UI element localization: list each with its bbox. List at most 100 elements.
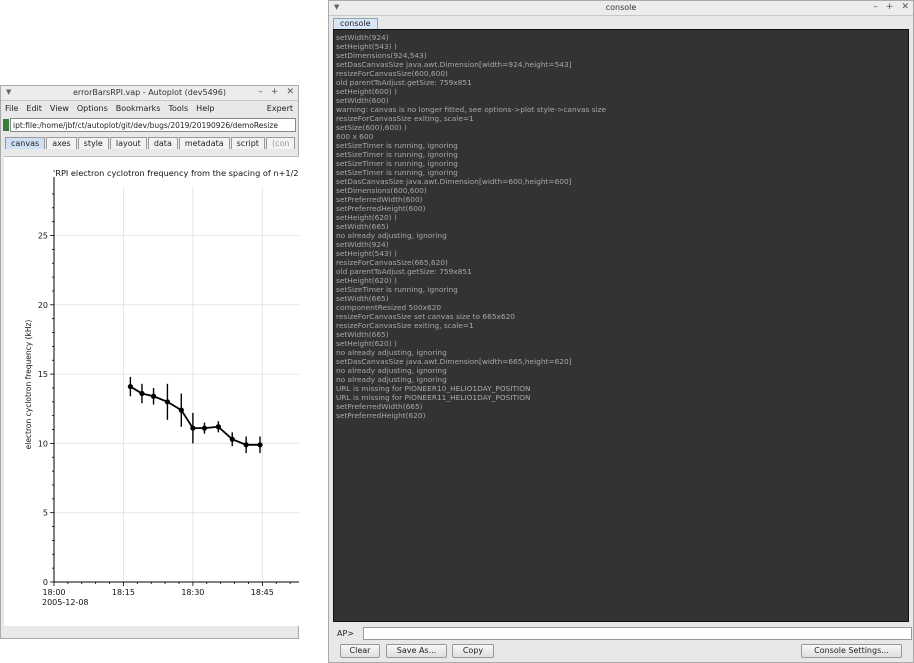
console-line: setWidth(665) (336, 222, 389, 231)
data-point (190, 425, 196, 431)
x-tick-label: 18:00 (42, 588, 65, 597)
console-line: setWidth(924) (336, 240, 389, 249)
console-titlebar[interactable]: ▼ console – + ✕ (329, 1, 913, 16)
maximize-icon[interactable]: + (886, 2, 894, 12)
console-line: setHeight(543) ) (336, 249, 397, 258)
data-point (257, 442, 263, 448)
plot-canvas[interactable]: 'RPI electron cyclotron frequency from t… (4, 156, 299, 626)
console-line: componentResized 500x620 (336, 303, 442, 312)
data-point (229, 436, 235, 442)
console-line: resizeForCanvasSize(600,600) (336, 69, 448, 78)
tab-data[interactable]: data (147, 137, 178, 149)
status-bar (1, 626, 298, 638)
console-line: setSizeTimer is running, ignoring (336, 285, 458, 294)
x-tick-label: 18:45 (251, 588, 274, 597)
data-point (201, 425, 208, 431)
console-output[interactable]: setWidth(924) setHeight(543) ) setDimensio… (333, 29, 909, 622)
console-line: URL is missing for PIONEER10_HELIO1DAY_P… (336, 384, 531, 393)
console-line: setDimensions(924,543) (336, 51, 427, 60)
console-line: setWidth(924) (336, 33, 389, 42)
console-line: 600 x 600 (336, 132, 374, 141)
tab-strip: canvas axes style layout data metadata s… (1, 137, 298, 149)
menu-bookmarks[interactable]: Bookmarks (116, 104, 161, 113)
tab-console[interactable]: (con (265, 137, 296, 149)
console-line: setDasCanvasSize java.awt.Dimension[widt… (336, 357, 572, 366)
tab-layout[interactable]: layout (109, 137, 147, 149)
data-point (164, 399, 171, 405)
minimize-icon[interactable]: – (258, 87, 263, 97)
tab-canvas[interactable]: canvas (5, 137, 46, 149)
maximize-icon[interactable]: + (271, 87, 279, 97)
tab-console-main[interactable]: console (333, 18, 378, 29)
y-tick-label: 5 (43, 509, 48, 518)
menu-tools[interactable]: Tools (168, 104, 188, 113)
console-line: no already adjusting, ignoring (336, 348, 447, 357)
console-line: setSize(600),600) ) (336, 123, 407, 132)
prompt-row: AP> (337, 626, 912, 641)
data-point (150, 393, 157, 399)
y-tick-label: 15 (38, 370, 48, 379)
data-point (139, 390, 145, 397)
menu-options[interactable]: Options (77, 104, 108, 113)
menu-edit[interactable]: Edit (26, 104, 42, 113)
console-line: setPreferredHeight(620) (336, 411, 426, 420)
copy-button[interactable]: Copy (452, 644, 494, 658)
plot-svg: 'RPI electron cyclotron frequency from t… (24, 168, 299, 607)
data-point (178, 407, 184, 413)
console-line: setWidth(665) (336, 294, 389, 303)
plot-data (127, 376, 263, 454)
console-line: resizeForCanvasSize set canvas size to 6… (336, 312, 516, 321)
menu-file[interactable]: File (5, 104, 18, 113)
minimize-icon[interactable]: – (873, 2, 878, 12)
console-line: resizeForCanvasSize exiting, scale=1 (336, 321, 474, 330)
clear-button[interactable]: Clear (340, 644, 380, 658)
tab-style[interactable]: style (77, 137, 109, 149)
console-line: setDimensions(600,600) (336, 186, 427, 195)
autoplot-titlebar[interactable]: ▼ errorBarsRPI.vap - Autoplot (dev5496) … (1, 86, 298, 101)
plot-axes: 0 5 10 15 20 25 18:00 18:15 18:30 18:45 (38, 177, 299, 597)
command-input[interactable] (363, 627, 912, 640)
y-tick-label: 25 (38, 232, 48, 241)
x-date-label: 2005-12-08 (42, 598, 89, 607)
console-line: no already adjusting, ignoring (336, 366, 447, 375)
y-tick-label: 10 (38, 439, 48, 448)
data-point (127, 383, 133, 390)
uri-input[interactable]: ipt:file:/home/jbf/ct/autoplot/git/dev/b… (10, 118, 296, 132)
console-line: setSizeTimer is running, ignoring (336, 141, 458, 150)
console-line: setWidth(600) (336, 96, 389, 105)
console-line: URL is missing for PIONEER11_HELIO1DAY_P… (336, 393, 531, 402)
tab-script[interactable]: script (230, 137, 265, 149)
menu-bar: File Edit View Options Bookmarks Tools H… (1, 101, 298, 115)
menu-expert[interactable]: Expert (267, 104, 293, 113)
y-tick-label: 20 (38, 301, 48, 310)
console-line: setSizeTimer is running, ignoring (336, 150, 458, 159)
console-line: old parentToAdjust.getSize: 759x851 (336, 267, 472, 276)
console-line: setHeight(620) ) (336, 213, 397, 222)
close-icon[interactable]: ✕ (286, 87, 294, 97)
console-window: ▼ console – + ✕ console setWidth(924) set… (328, 0, 914, 663)
chart-title: 'RPI electron cyclotron frequency from t… (53, 168, 299, 178)
x-tick-label: 18:30 (181, 588, 204, 597)
window-title: errorBarsRPI.vap - Autoplot (dev5496) (73, 88, 226, 97)
close-icon[interactable]: ✕ (901, 2, 909, 12)
console-line: setWidth(665) (336, 330, 389, 339)
uri-bar: ipt:file:/home/jbf/ct/autoplot/git/dev/b… (1, 115, 298, 135)
console-line: setDasCanvasSize java.awt.Dimension[widt… (336, 177, 572, 186)
console-line: setHeight(543) ) (336, 42, 397, 51)
menu-help[interactable]: Help (196, 104, 214, 113)
console-line: setHeight(620) ) (336, 339, 397, 348)
console-settings-button[interactable]: Console Settings... (801, 644, 902, 658)
menu-view[interactable]: View (50, 104, 69, 113)
console-line: setSizeTimer is running, ignoring (336, 168, 458, 177)
y-tick-label: 0 (43, 578, 48, 587)
console-title: console (605, 3, 637, 12)
data-point (243, 442, 249, 448)
save-as-button[interactable]: Save As... (386, 644, 447, 658)
tab-metadata[interactable]: metadata (178, 137, 230, 149)
uri-grip-icon[interactable] (3, 119, 9, 131)
y-axis-label: electron cyclotron frequency (kHz) (24, 320, 33, 450)
tab-axes[interactable]: axes (46, 137, 77, 149)
x-tick-label: 18:15 (112, 588, 135, 597)
console-line: warning: canvas is no longer fitted, see… (336, 105, 607, 114)
console-line: setPreferredWidth(600) (336, 195, 423, 204)
